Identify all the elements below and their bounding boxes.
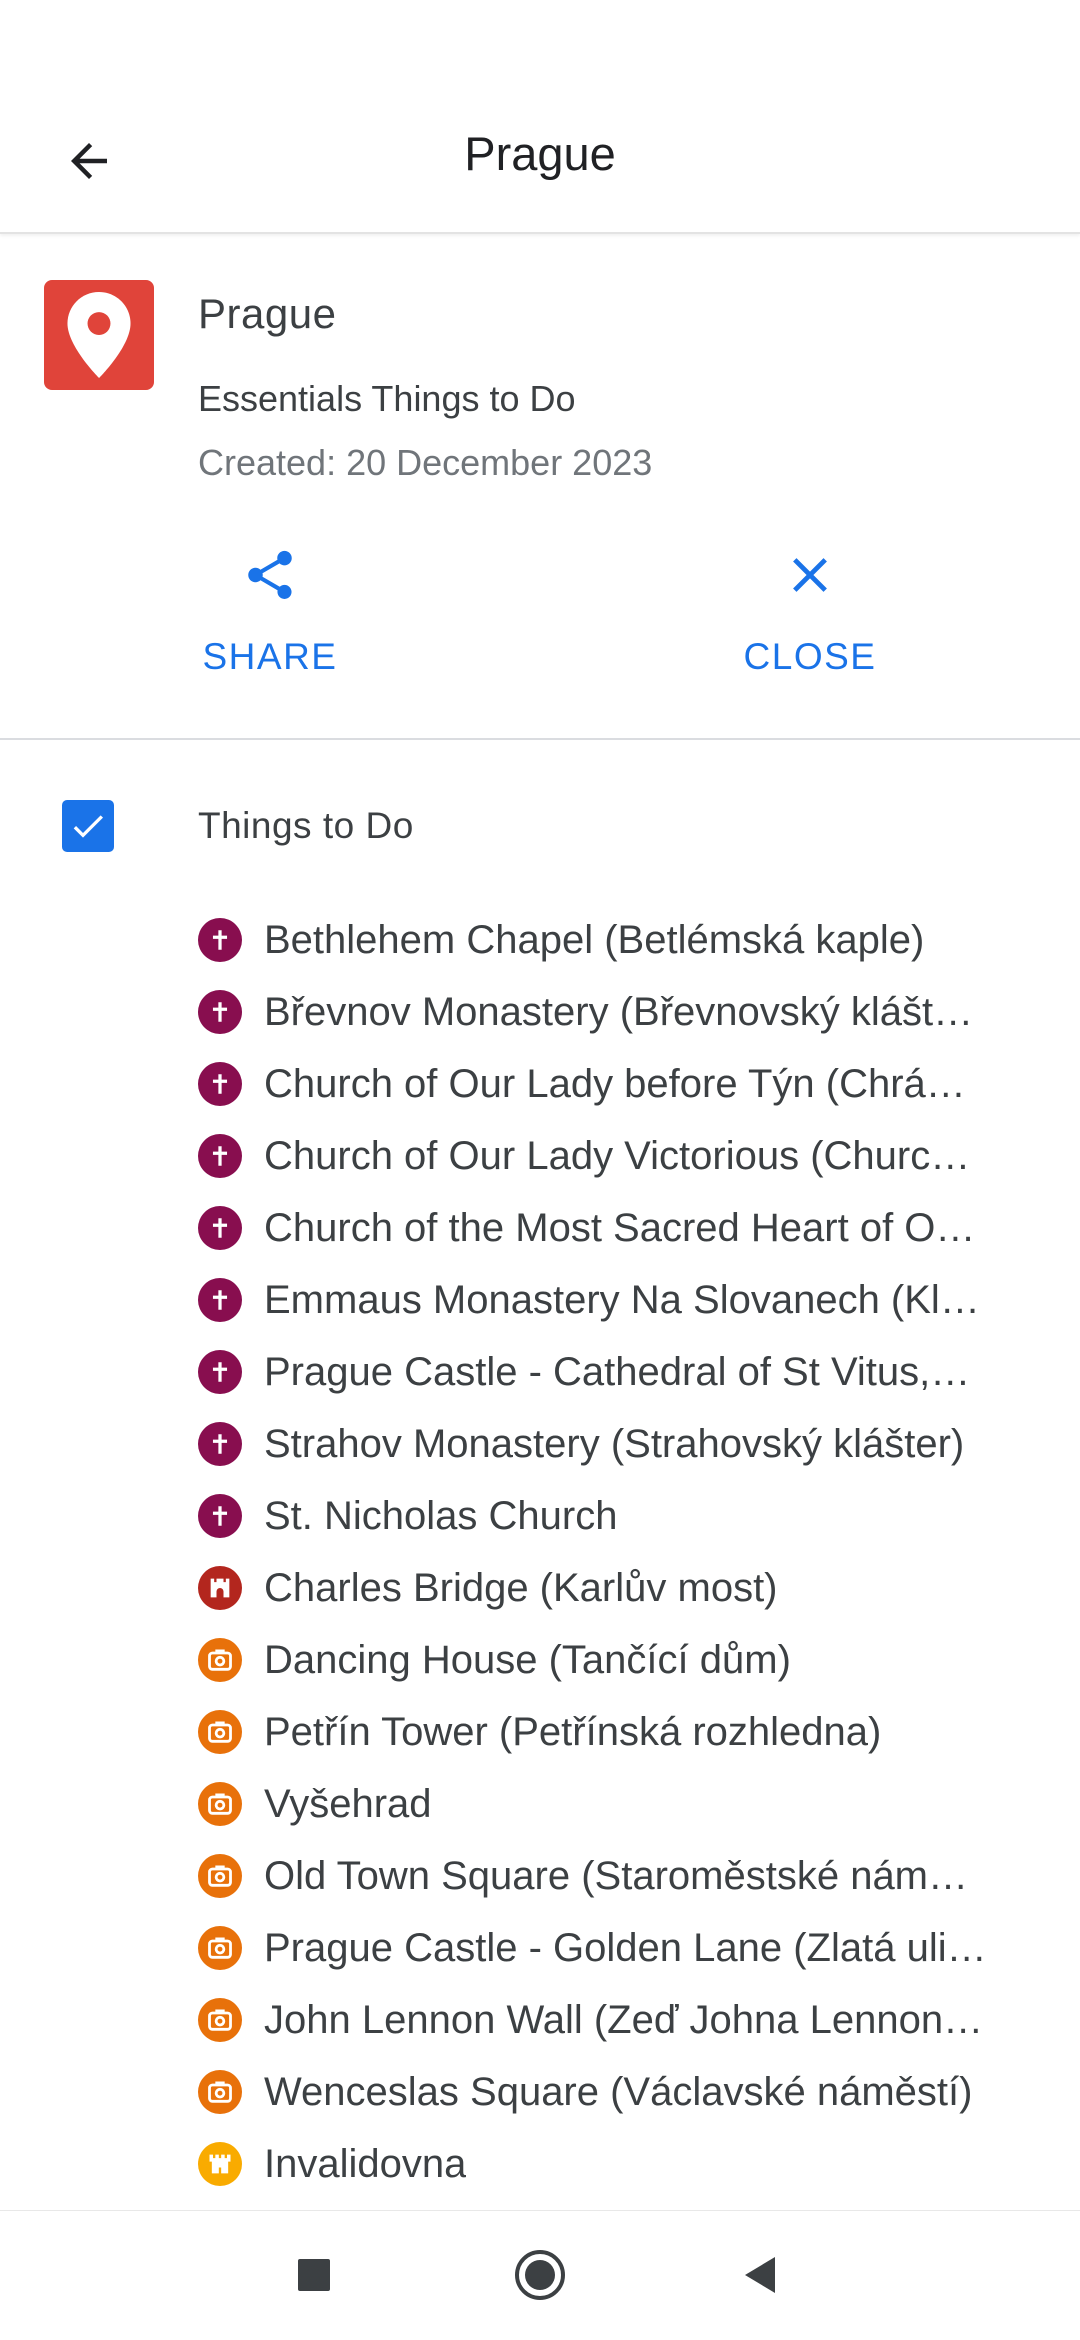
place-name: Charles Bridge (Karlův most) <box>264 1565 778 1610</box>
place-item[interactable]: Old Town Square (Staroměstské nám… <box>198 1840 1038 1912</box>
place-name: Prague Castle - Cathedral of St Vitus,… <box>264 1349 971 1394</box>
camera-icon <box>198 1710 242 1754</box>
castle-icon <box>198 2142 242 2186</box>
camera-icon <box>198 1998 242 2042</box>
share-icon <box>248 550 292 599</box>
place-name: Invalidovna <box>264 2141 467 2186</box>
share-button[interactable]: SHARE <box>160 540 380 700</box>
church-icon <box>198 1206 242 1250</box>
place-name: Vyšehrad <box>264 1781 432 1826</box>
top-app-bar: Prague <box>0 0 1080 234</box>
place-item[interactable]: John Lennon Wall (Zeď Johna Lennon… <box>198 1984 1038 2056</box>
camera-icon <box>198 1638 242 1682</box>
layer-checkbox[interactable] <box>62 800 114 852</box>
place-item[interactable]: Emmaus Monastery Na Slovanech (Kl… <box>198 1264 1038 1336</box>
square-icon <box>298 2259 330 2291</box>
place-name: Dancing House (Tančící dům) <box>264 1637 791 1682</box>
circle-icon <box>515 2250 565 2300</box>
place-item[interactable]: Dancing House (Tančící dům) <box>198 1624 1038 1696</box>
close-icon <box>793 558 827 592</box>
close-label: CLOSE <box>743 636 877 677</box>
camera-icon <box>198 2070 242 2114</box>
places-list: Bethlehem Chapel (Betlémská kaple) Břevno… <box>198 904 1038 2200</box>
place-name: Church of Our Lady before Týn (Chrá… <box>264 1061 966 1106</box>
place-item[interactable]: Břevnov Monastery (Břevnovský klášt… <box>198 976 1038 1048</box>
bridge-icon <box>198 1566 242 1610</box>
place-item[interactable]: Vyšehrad <box>198 1768 1038 1840</box>
place-item[interactable]: Charles Bridge (Karlův most) <box>198 1552 1038 1624</box>
camera-icon <box>198 1926 242 1970</box>
church-icon <box>198 1278 242 1322</box>
page-title: Prague <box>464 127 616 180</box>
place-item[interactable]: Church of Our Lady before Týn (Chrá… <box>198 1048 1038 1120</box>
nav-back-button[interactable] <box>720 2235 800 2315</box>
place-item[interactable]: Church of Our Lady Victorious (Churc… <box>198 1120 1038 1192</box>
close-button[interactable]: CLOSE <box>700 540 920 700</box>
church-icon <box>198 1350 242 1394</box>
church-icon <box>198 1422 242 1466</box>
church-icon <box>198 990 242 1034</box>
place-name: Strahov Monastery (Strahovský klášter) <box>264 1421 965 1466</box>
church-icon <box>198 1062 242 1106</box>
place-name: St. Nicholas Church <box>264 1493 618 1538</box>
system-nav-bar <box>0 2210 1080 2340</box>
place-name: Emmaus Monastery Na Slovanech (Kl… <box>264 1277 980 1322</box>
place-item[interactable]: Strahov Monastery (Strahovský klášter) <box>198 1408 1038 1480</box>
place-item[interactable]: Prague Castle - Golden Lane (Zlatá uli… <box>198 1912 1038 1984</box>
map-pin-icon <box>67 292 131 378</box>
recents-button[interactable] <box>274 2235 354 2315</box>
map-created-date: Created: 20 December 2023 <box>198 442 653 483</box>
church-icon <box>198 918 242 962</box>
map-logo <box>44 280 154 390</box>
layer-title: Things to Do <box>198 805 414 846</box>
place-item[interactable]: Invalidovna <box>198 2128 1038 2200</box>
triangle-back-icon <box>745 2257 775 2293</box>
share-label: SHARE <box>202 636 338 677</box>
map-name: Prague <box>198 290 337 337</box>
place-name: John Lennon Wall (Zeď Johna Lennon… <box>264 1997 984 2042</box>
church-icon <box>198 1494 242 1538</box>
divider <box>0 738 1080 740</box>
app-root: Prague Prague Essentials Things to Do Cr… <box>0 0 1080 2340</box>
place-item[interactable]: Bethlehem Chapel (Betlémská kaple) <box>198 904 1038 976</box>
church-icon <box>198 1134 242 1178</box>
place-name: Wenceslas Square (Václavské náměstí) <box>264 2069 973 2114</box>
place-name: Old Town Square (Staroměstské nám… <box>264 1853 969 1898</box>
place-name: Břevnov Monastery (Břevnovský klášt… <box>264 989 974 1034</box>
place-item[interactable]: Petřín Tower (Petřínská rozhledna) <box>198 1696 1038 1768</box>
place-item[interactable]: Wenceslas Square (Václavské náměstí) <box>198 2056 1038 2128</box>
map-description: Essentials Things to Do <box>198 378 576 419</box>
camera-icon <box>198 1782 242 1826</box>
place-name: Church of Our Lady Victorious (Churc… <box>264 1133 971 1178</box>
place-item[interactable]: Prague Castle - Cathedral of St Vitus,… <box>198 1336 1038 1408</box>
place-item[interactable]: St. Nicholas Church <box>198 1480 1038 1552</box>
place-name: Petřín Tower (Petřínská rozhledna) <box>264 1709 882 1754</box>
place-item[interactable]: Church of the Most Sacred Heart of O… <box>198 1192 1038 1264</box>
checkmark-icon <box>73 815 103 838</box>
place-name: Church of the Most Sacred Heart of O… <box>264 1205 976 1250</box>
place-name: Bethlehem Chapel (Betlémská kaple) <box>264 917 925 962</box>
camera-icon <box>198 1854 242 1898</box>
place-name: Prague Castle - Golden Lane (Zlatá uli… <box>264 1925 987 1970</box>
home-button[interactable] <box>500 2235 580 2315</box>
